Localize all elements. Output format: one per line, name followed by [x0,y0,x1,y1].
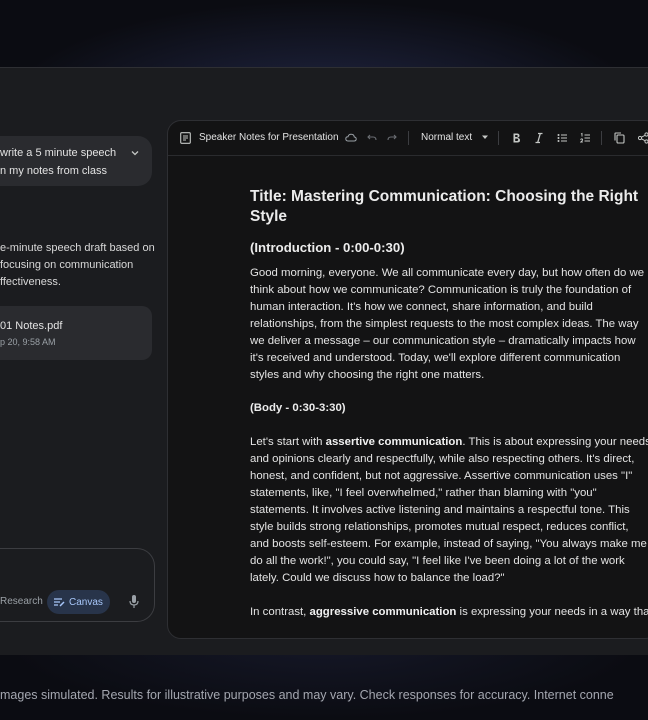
attached-file-card[interactable]: 01 Notes.pdf p 20, 9:58 AM [0,306,152,360]
document-canvas: Speaker Notes for Presentation Normal te… [167,120,648,639]
response-line-1: e-minute speech draft based on [0,242,155,254]
assertive-term: assertive communication [325,436,463,448]
bold-icon[interactable] [512,132,521,144]
body-paragraph-2: In contrast, aggressive communication is… [250,604,648,621]
canvas-tool-button[interactable]: Canvas [47,590,110,614]
toolbar-divider-2 [498,131,499,145]
document-title[interactable]: Speaker Notes for Presentation [199,132,339,144]
text-style-select[interactable]: Normal text [421,132,472,144]
body-line: and opinions clearly and respectfully, w… [250,453,635,465]
body-line: Let's start with assertive communication… [250,434,648,451]
body-line: lately. Could we discuss how to balance … [250,572,505,584]
intro-line: it's received and understood. Today, we'… [250,352,621,364]
body-line: statements. It involves active listening… [250,504,630,516]
intro-line: think about how we communicate? Communic… [250,284,632,296]
numbered-list-icon[interactable] [580,132,591,144]
user-prompt-bubble[interactable]: write a 5 minute speech n my notes from … [0,136,152,186]
assistant-response: e-minute speech draft based on focusing … [0,240,160,291]
research-tool-button[interactable]: Research [0,596,43,608]
intro-line: we deliver a message – our communication… [250,335,636,347]
copy-icon[interactable] [614,132,625,144]
caret-down-icon[interactable] [481,135,489,140]
intro-heading: (Introduction - 0:00-0:30) [250,240,405,255]
intro-line: styles and why choosing the right one ma… [250,369,485,381]
response-line-2: focusing on communication [0,259,134,271]
body-text: is expressing your needs in a way that [456,606,648,618]
body-line: and boosts self-esteem. For example, ins… [250,538,647,550]
body-line: In contrast, aggressive communication is… [250,604,648,621]
share-icon[interactable] [638,132,648,144]
intro-line: human interaction. It's how we connect, … [250,301,593,313]
redo-icon[interactable] [387,132,397,144]
undo-icon[interactable] [367,132,377,144]
toolbar-divider-3 [601,131,602,145]
microphone-icon[interactable] [128,594,140,610]
document-icon [180,132,191,144]
heading-line-1: Title: Mastering Communication: Choosing… [250,188,639,205]
body-line: do all the work!", you could say, "I fee… [250,555,625,567]
body-text: In contrast, [250,606,310,618]
prompt-line-1: write a 5 minute speech [0,147,117,159]
response-line-3: ffectiveness. [0,276,61,288]
aggressive-term: aggressive communication [309,606,457,618]
body-text: Let's start with [250,436,326,448]
canvas-label: Canvas [69,596,103,608]
cloud-icon [345,132,357,144]
body-line: honest, and confident, but not aggressiv… [250,470,633,482]
body-text: . This is about expressing your needs [462,436,648,448]
body-paragraph-1: Let's start with assertive communication… [250,434,648,587]
body-line: style builds strong relationships, promo… [250,521,629,533]
document-heading: Title: Mastering Communication: Choosing… [250,187,648,227]
prompt-line-2: n my notes from class [0,165,107,177]
intro-paragraph: Good morning, everyone. We all communica… [250,265,648,384]
disclaimer-text: mages simulated. Results for illustrativ… [0,688,614,702]
bulleted-list-icon[interactable] [557,132,568,144]
file-name: 01 Notes.pdf [0,320,63,332]
file-date: p 20, 9:58 AM [0,337,56,347]
italic-icon[interactable] [535,132,543,144]
body-heading: (Body - 0:30-3:30) [250,402,346,414]
toolbar-divider [408,131,409,145]
chevron-down-icon[interactable] [130,148,140,158]
intro-line: Good morning, everyone. We all communica… [250,267,645,279]
heading-line-2: Style [250,208,288,225]
intro-line: relationships, from the simplest request… [250,318,639,330]
document-body[interactable]: Title: Mastering Communication: Choosing… [250,187,648,621]
canvas-icon [53,597,65,607]
body-line: statements, like, "I feel overwhelmed," … [250,487,597,499]
document-toolbar: Speaker Notes for Presentation Normal te… [168,121,648,156]
